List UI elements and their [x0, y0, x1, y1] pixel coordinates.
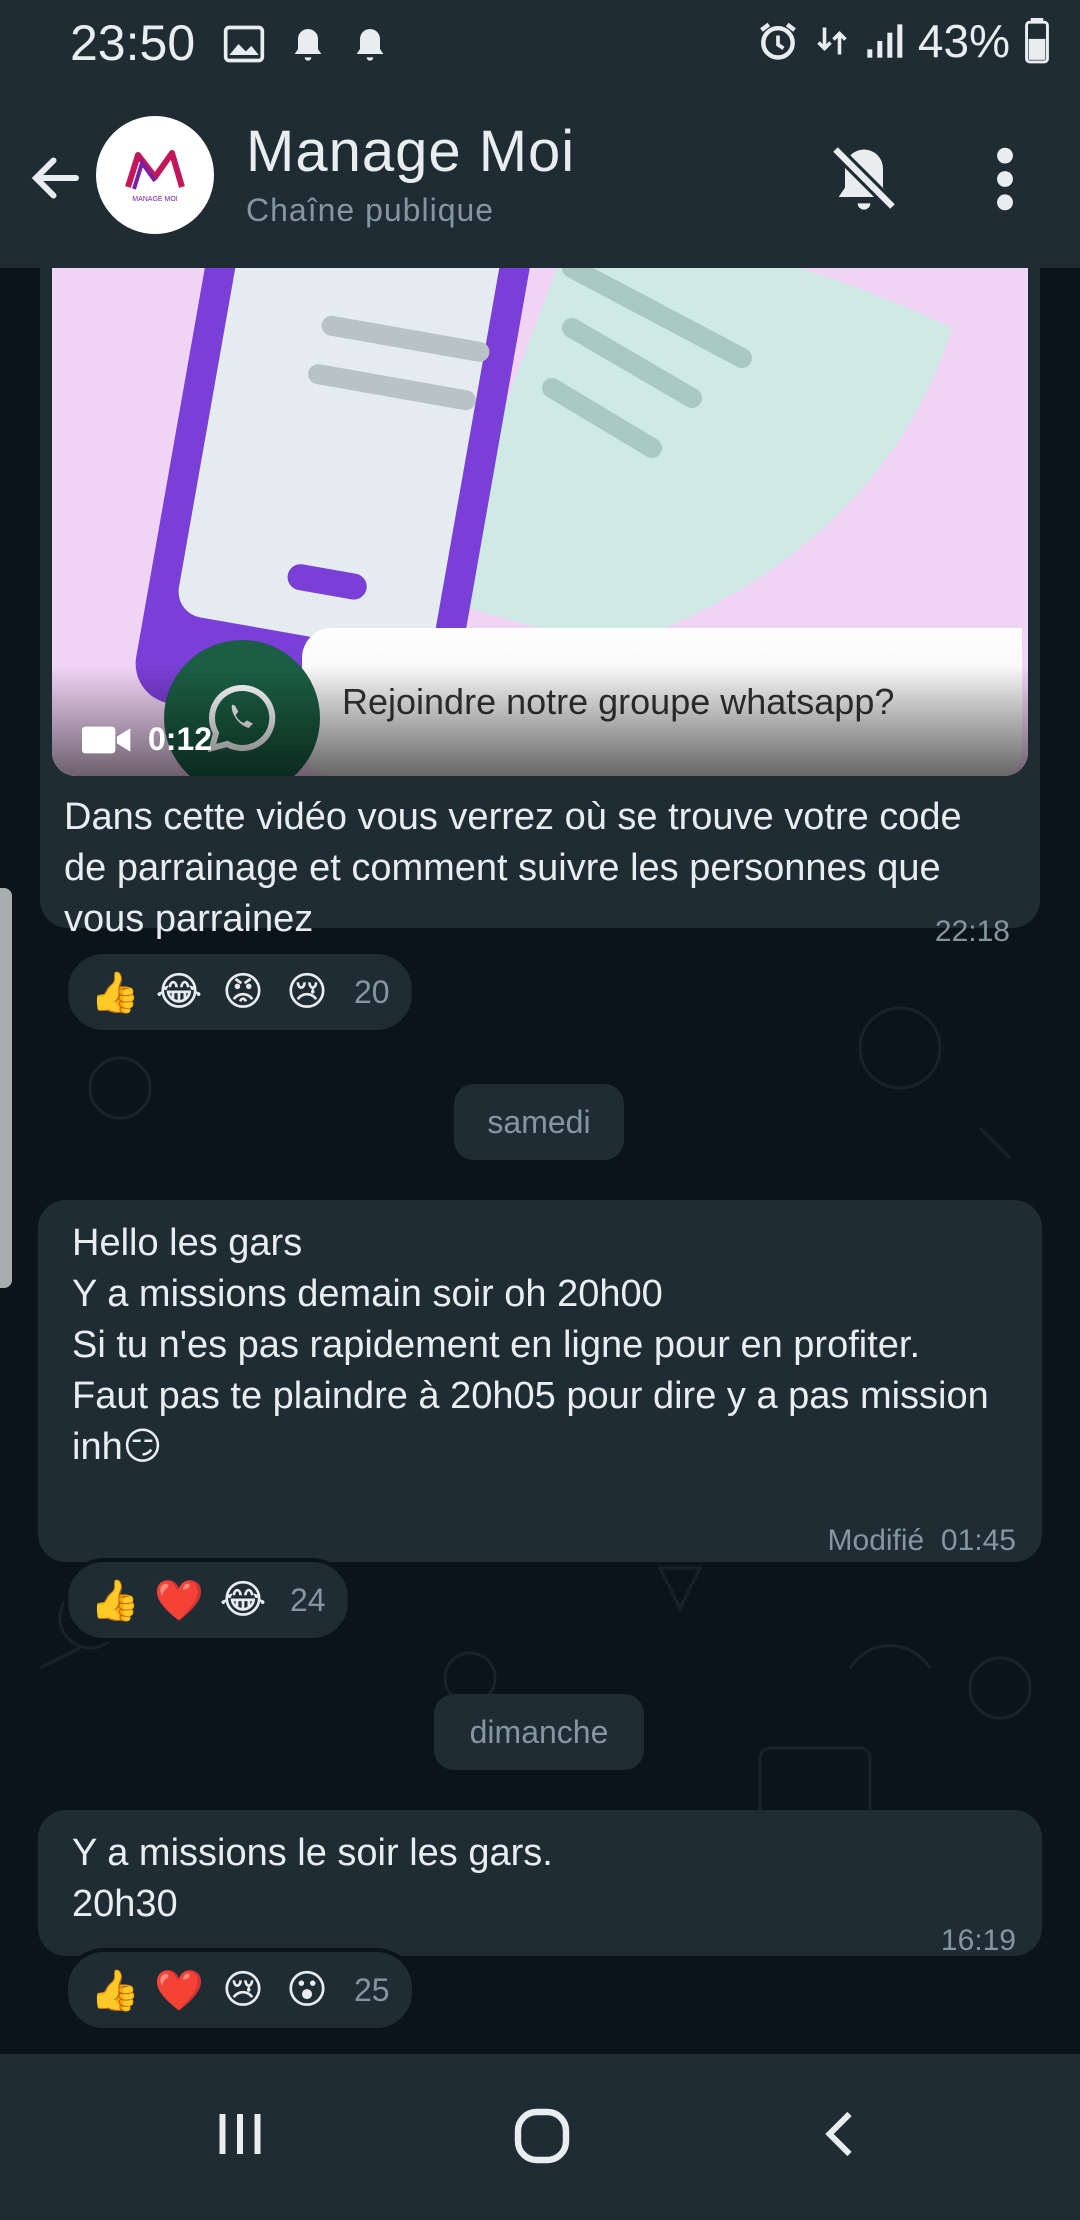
reaction-count: 25 — [354, 1971, 390, 2008]
reaction-emoji: 😮 — [286, 1968, 328, 2012]
signal-icon — [867, 24, 903, 58]
reaction-count: 24 — [290, 1581, 326, 1618]
bell-icon — [294, 29, 322, 61]
edited-label: Modifié — [827, 1524, 925, 1557]
status-time: 23:50 — [70, 15, 196, 71]
video-message[interactable]: Rejoindre notre groupe whatsapp? 0:12 — [52, 268, 1028, 776]
alarm-icon — [760, 22, 796, 60]
reactions-bar[interactable]: 👍 ❤️ 😂 24 — [64, 1558, 352, 1642]
reaction-emoji: 😢 — [222, 1968, 264, 2012]
scroll-indicator[interactable] — [0, 888, 12, 1288]
status-bar: 23:50 43% — [0, 0, 1080, 88]
reaction-emoji: 👍 — [90, 1578, 140, 1623]
reactions-bar[interactable]: 👍 ❤️ 😢 😮 25 — [64, 1948, 416, 2032]
more-options-icon[interactable] — [990, 144, 1020, 214]
reaction-emoji: 👍 — [90, 970, 140, 1015]
channel-avatar[interactable]: MANAGE MOI — [96, 116, 214, 234]
reaction-emoji: 😢 — [286, 970, 328, 1014]
video-info: 0:12 — [82, 721, 212, 758]
notifications-off-icon[interactable] — [826, 140, 902, 216]
date-separator: samedi — [454, 1084, 624, 1160]
reaction-emoji: ❤️ — [154, 1578, 204, 1623]
message-edited-time: Modifié 01:45 — [828, 1524, 1016, 1558]
system-navigation-bar — [0, 2054, 1080, 2220]
video-duration: 0:12 — [148, 721, 213, 757]
back-icon[interactable] — [812, 2104, 872, 2164]
channel-logo-icon: MANAGE MOI — [125, 150, 185, 203]
notification-icons — [222, 22, 390, 66]
reaction-emoji: 😂 — [155, 970, 203, 1014]
channel-title[interactable]: Manage Moi — [246, 118, 575, 185]
reaction-count: 20 — [354, 973, 390, 1010]
reaction-emoji: 😂 — [219, 1578, 267, 1622]
svg-text:MANAGE MOI: MANAGE MOI — [132, 196, 178, 203]
message-text: Hello les gars Y a missions demain soir … — [72, 1222, 989, 1468]
battery-percent: 43% — [917, 15, 1010, 67]
message-time: 22:18 — [934, 915, 1010, 948]
data-transfer-icon — [817, 27, 847, 55]
video-camera-icon — [82, 726, 131, 753]
reaction-emoji: 😡 — [222, 970, 264, 1014]
bell-icon — [356, 29, 384, 61]
back-arrow-icon[interactable] — [26, 148, 86, 208]
message-time: 01:45 — [940, 1524, 1016, 1557]
date-separator: dimanche — [434, 1694, 644, 1770]
reaction-emoji: 👍 — [90, 1968, 140, 2013]
home-icon[interactable] — [510, 2104, 574, 2168]
system-icons: 43% — [756, 14, 1050, 68]
message-text: Y a missions le soir les gars. 20h30 — [72, 1832, 553, 1925]
chat-header: MANAGE MOI Manage Moi Chaîne publique — [0, 88, 1080, 268]
reactions-bar[interactable]: 👍 😂 😡 😢 20 — [64, 950, 416, 1034]
battery-icon — [1025, 18, 1049, 64]
reaction-emoji: ❤️ — [154, 1968, 204, 2013]
channel-subtitle: Chaîne publique — [246, 192, 495, 228]
recent-apps-icon[interactable] — [210, 2104, 270, 2164]
message-time: 16:19 — [940, 1924, 1016, 1957]
gallery-icon — [223, 25, 265, 63]
chat-area[interactable]: Rejoindre notre groupe whatsapp? 0:12 Da… — [0, 268, 1080, 2054]
message-text: Dans cette vidéo vous verrez où se trouv… — [64, 796, 962, 940]
